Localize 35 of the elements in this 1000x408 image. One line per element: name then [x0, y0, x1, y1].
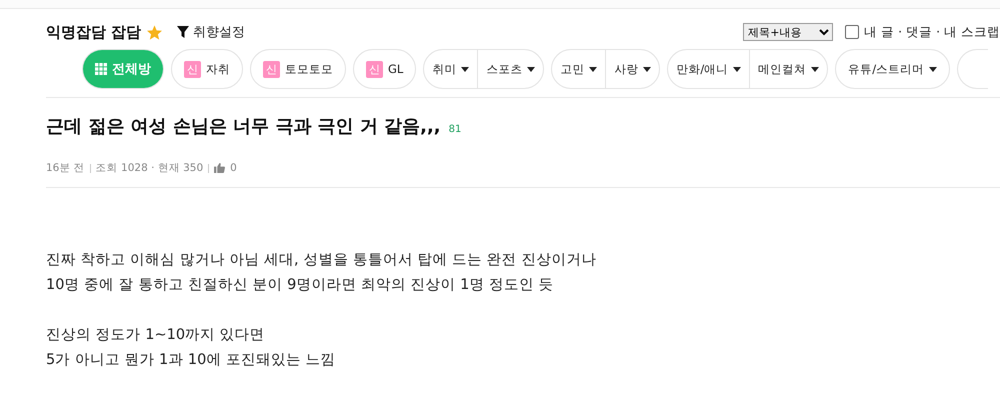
comment-count: 81 — [448, 124, 462, 134]
body-text: 진짜 착하고 이해심 많거나 아님 세대, 성별을 통틀어서 탑에 드는 완전 진상이거나 — [46, 251, 598, 270]
category-dropdown[interactable]: 만화/애니 — [668, 50, 750, 88]
category-dropdown[interactable]: 메인컬쳐 — [750, 50, 828, 88]
thumbs-up-icon[interactable] — [214, 163, 226, 173]
board-title: 익명잡담 잡담 — [46, 22, 142, 42]
caret-icon — [527, 66, 536, 72]
caret-icon — [589, 66, 598, 72]
caret-icon — [461, 66, 470, 72]
view-count: 조회 1028 · 현재 350 — [96, 161, 204, 175]
post-title: 근데 젊은 여성 손님은 너무 극과 극인 거 같음,,, — [46, 115, 441, 138]
like-count: 0 — [230, 162, 237, 174]
body-text: 진상의 정도가 1~10까지 있다면 — [46, 326, 266, 345]
category-dropdown[interactable]: 사랑 — [606, 50, 660, 88]
category-dropdown[interactable]: 취미 — [424, 50, 478, 88]
caret-icon — [929, 66, 938, 72]
category-dropdown[interactable]: 유튜/스트리머 — [836, 50, 950, 88]
category-dropdown[interactable]: 고민 — [552, 50, 606, 88]
caret-icon — [811, 66, 820, 72]
my-posts-label[interactable]: 내 글 · 댓글 · 내 스크랩 — [864, 24, 1000, 40]
post-time: 16분 전 — [46, 161, 85, 175]
search-scope-dropdown[interactable]: 제목+내용 — [743, 23, 834, 41]
category-tab[interactable]: 신 자취 — [172, 50, 242, 88]
star-icon[interactable] — [146, 24, 164, 40]
body-text: 5가 아니고 뭔가 1과 10에 포진돼있는 느낌 — [46, 351, 337, 370]
checkbox[interactable] — [845, 25, 860, 39]
category-dropdown[interactable]: 스포츠 — [478, 50, 544, 88]
category-tab[interactable]: 신 토모토모 — [251, 50, 345, 88]
body-text: 10명 중에 잘 통하고 친절하신 분이 9명이라면 최악의 진상이 1명 정도인 듯 — [46, 276, 555, 295]
caret-icon — [733, 66, 742, 72]
caret-icon — [643, 66, 652, 72]
grid-icon — [95, 63, 107, 75]
category-tab[interactable]: 신 GL — [354, 50, 416, 88]
filter-button[interactable]: 취향설정 — [177, 23, 246, 41]
filter-icon — [177, 26, 190, 38]
